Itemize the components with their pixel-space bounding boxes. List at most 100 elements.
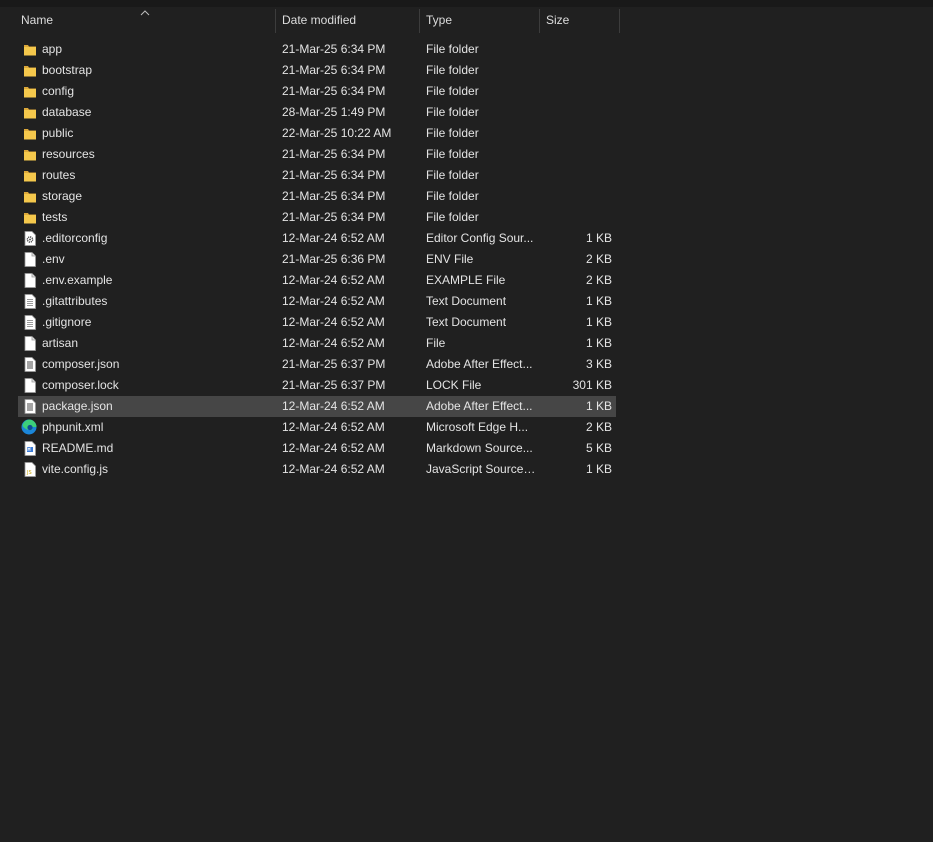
file-date-modified: 12-Mar-24 6:52 AM bbox=[282, 294, 385, 308]
file-row[interactable]: storage 21-Mar-25 6:34 PM File folder bbox=[18, 186, 616, 207]
blank-file-icon bbox=[23, 378, 37, 393]
file-date-modified: 21-Mar-25 6:36 PM bbox=[282, 252, 386, 266]
column-header-size[interactable]: Size bbox=[540, 7, 619, 34]
file-row[interactable]: app 21-Mar-25 6:34 PM File folder bbox=[18, 39, 616, 60]
folder-icon bbox=[23, 168, 37, 183]
file-date-modified: 22-Mar-25 10:22 AM bbox=[282, 126, 392, 140]
file-row[interactable]: .env 21-Mar-25 6:36 PM ENV File 2 KB bbox=[18, 249, 616, 270]
file-type: File folder bbox=[426, 42, 479, 56]
column-resize-handle[interactable] bbox=[619, 9, 620, 33]
column-header-type-label: Type bbox=[426, 13, 453, 27]
file-type: File bbox=[426, 336, 446, 350]
file-row[interactable]: resources 21-Mar-25 6:34 PM File folder bbox=[18, 144, 616, 165]
file-size: 1 KB bbox=[585, 336, 612, 350]
js-file-icon: JS bbox=[23, 462, 37, 477]
file-type: Adobe After Effect... bbox=[426, 399, 533, 413]
file-row[interactable]: .gitattributes 12-Mar-24 6:52 AM Text Docu… bbox=[18, 291, 616, 312]
file-date-modified: 28-Mar-25 1:49 PM bbox=[282, 105, 386, 119]
file-row[interactable]: package.json 12-Mar-24 6:52 AM Adobe After… bbox=[18, 396, 616, 417]
file-size bbox=[538, 165, 612, 186]
gear-file-icon bbox=[23, 231, 37, 246]
text-file-icon bbox=[23, 315, 37, 330]
folder-icon bbox=[23, 105, 37, 120]
file-row[interactable]: database 28-Mar-25 1:49 PM File folder bbox=[18, 102, 616, 123]
window-top-strip bbox=[0, 0, 933, 7]
file-name: phpunit.xml bbox=[42, 420, 104, 434]
file-date-modified: 12-Mar-24 6:52 AM bbox=[282, 441, 385, 455]
file-date-modified: 21-Mar-25 6:34 PM bbox=[282, 168, 386, 182]
file-date-modified: 21-Mar-25 6:37 PM bbox=[282, 378, 386, 392]
file-type: File folder bbox=[426, 168, 479, 182]
file-row[interactable]: .editorconfig 12-Mar-24 6:52 AM Editor Con… bbox=[18, 228, 616, 249]
file-row[interactable]: .env.example 12-Mar-24 6:52 AM EXAMPLE Fil… bbox=[18, 270, 616, 291]
file-name: bootstrap bbox=[42, 63, 93, 77]
file-name: .gitignore bbox=[42, 315, 92, 329]
list-file-icon bbox=[23, 357, 37, 372]
file-type: File folder bbox=[426, 210, 479, 224]
file-name: package.json bbox=[42, 399, 113, 413]
file-name: .env bbox=[42, 252, 65, 266]
file-type: LOCK File bbox=[426, 378, 482, 392]
file-row[interactable]: bootstrap 21-Mar-25 6:34 PM File folder bbox=[18, 60, 616, 81]
folder-icon bbox=[23, 63, 37, 78]
file-type: EXAMPLE File bbox=[426, 273, 506, 287]
file-size: 1 KB bbox=[585, 462, 612, 476]
file-row[interactable]: phpunit.xml 12-Mar-24 6:52 AM Microsoft Ed… bbox=[18, 417, 616, 438]
file-type: File folder bbox=[426, 105, 479, 119]
file-date-modified: 12-Mar-24 6:52 AM bbox=[282, 231, 385, 245]
svg-text:JS: JS bbox=[26, 470, 32, 476]
column-header-date-label: Date modified bbox=[282, 13, 357, 27]
file-row[interactable]: .gitignore 12-Mar-24 6:52 AM Text Document… bbox=[18, 312, 616, 333]
file-size: 1 KB bbox=[585, 231, 612, 245]
file-row[interactable]: artisan 12-Mar-24 6:52 AM File 1 KB bbox=[18, 333, 616, 354]
file-size bbox=[538, 39, 612, 60]
file-name: vite.config.js bbox=[42, 462, 109, 476]
column-header-date[interactable]: Date modified bbox=[276, 7, 419, 34]
folder-icon bbox=[23, 210, 37, 225]
file-size: 2 KB bbox=[585, 420, 612, 434]
file-date-modified: 21-Mar-25 6:34 PM bbox=[282, 42, 386, 56]
file-size: 1 KB bbox=[585, 399, 612, 413]
file-row[interactable]: public 22-Mar-25 10:22 AM File folder bbox=[18, 123, 616, 144]
markdown-file-icon bbox=[23, 441, 37, 456]
file-name: README.md bbox=[42, 441, 114, 455]
file-type: File folder bbox=[426, 147, 479, 161]
column-header-type[interactable]: Type bbox=[420, 7, 539, 34]
file-size bbox=[538, 81, 612, 102]
file-name: artisan bbox=[42, 336, 79, 350]
file-size: 1 KB bbox=[585, 294, 612, 308]
file-name: storage bbox=[42, 189, 83, 203]
file-type: Text Document bbox=[426, 294, 507, 308]
file-size: 1 KB bbox=[585, 315, 612, 329]
file-row[interactable]: composer.lock 21-Mar-25 6:37 PM LOCK File 3… bbox=[18, 375, 616, 396]
file-row[interactable]: tests 21-Mar-25 6:34 PM File folder bbox=[18, 207, 616, 228]
file-date-modified: 12-Mar-24 6:52 AM bbox=[282, 273, 385, 287]
file-row[interactable]: README.md 12-Mar-24 6:52 AM Markdown Sourc… bbox=[18, 438, 616, 459]
text-file-icon bbox=[23, 294, 37, 309]
column-header: Name Date modified Type Size bbox=[0, 7, 933, 34]
file-size bbox=[538, 123, 612, 144]
file-date-modified: 21-Mar-25 6:34 PM bbox=[282, 147, 386, 161]
file-name: database bbox=[42, 105, 92, 119]
file-type: File folder bbox=[426, 84, 479, 98]
file-size bbox=[538, 144, 612, 165]
folder-icon bbox=[23, 84, 37, 99]
file-row[interactable]: routes 21-Mar-25 6:34 PM File folder bbox=[18, 165, 616, 186]
list-file-icon bbox=[23, 399, 37, 414]
column-header-name-label: Name bbox=[21, 13, 54, 27]
file-type: File folder bbox=[426, 63, 479, 77]
file-date-modified: 21-Mar-25 6:34 PM bbox=[282, 84, 386, 98]
file-row[interactable]: JS vite.config.js 12-Mar-24 6:52 AM JavaScr… bbox=[18, 459, 616, 480]
file-type: ENV File bbox=[426, 252, 474, 266]
blank-file-icon bbox=[23, 252, 37, 267]
file-row[interactable]: config 21-Mar-25 6:34 PM File folder bbox=[18, 81, 616, 102]
file-date-modified: 21-Mar-25 6:37 PM bbox=[282, 357, 386, 371]
file-row[interactable]: composer.json 21-Mar-25 6:37 PM Adobe Afte… bbox=[18, 354, 616, 375]
file-size: 5 KB bbox=[585, 441, 612, 455]
folder-icon bbox=[23, 147, 37, 162]
file-date-modified: 12-Mar-24 6:52 AM bbox=[282, 315, 385, 329]
blank-file-icon bbox=[23, 336, 37, 351]
file-type: Adobe After Effect... bbox=[426, 357, 533, 371]
file-name: .gitattributes bbox=[42, 294, 108, 308]
column-header-name[interactable]: Name bbox=[15, 7, 275, 34]
